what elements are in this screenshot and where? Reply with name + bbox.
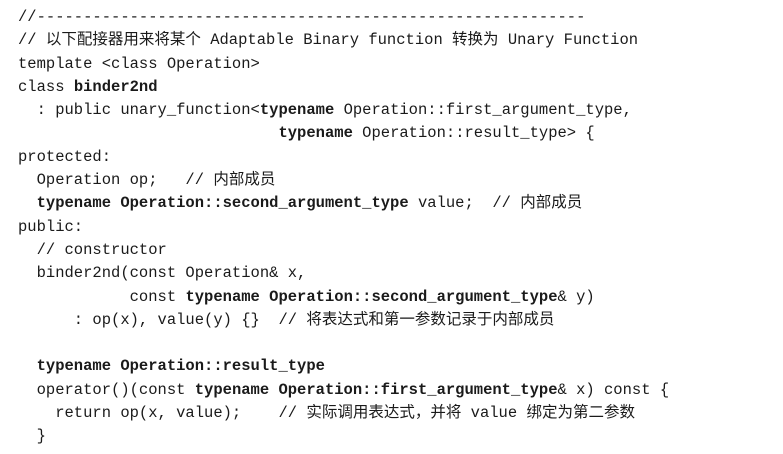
code-line: : public unary_function<typename Operati… [18, 99, 669, 122]
code-text: : op(x), value(y) {} // 将表达式和第一参数记录于内部成员 [18, 310, 555, 329]
code-line: const typename Operation::second_argumen… [18, 286, 669, 309]
code-keyword: typename Operation::second_argument_type [18, 194, 409, 213]
code-line: template <class Operation> [18, 53, 669, 76]
code-line: : op(x), value(y) {} // 将表达式和第一参数记录于内部成员 [18, 309, 669, 332]
code-text: } [18, 427, 46, 446]
code-keyword: typename Operation::first_argument_type [194, 380, 558, 399]
code-text: // constructor [18, 240, 167, 259]
code-keyword: typename [259, 101, 335, 120]
code-text: Operation::result_type> { [352, 124, 595, 143]
code-text: Operation::first_argument_type, [334, 101, 632, 120]
code-line: return op(x, value); // 实际调用表达式，并将 value… [18, 402, 669, 425]
code-keyword: typename Operation::result_type [18, 357, 325, 376]
code-text: //--------------------------------------… [18, 8, 586, 26]
code-text: const [18, 287, 186, 306]
code-line: class binder2nd [18, 76, 669, 99]
code-line: protected: [18, 146, 669, 169]
code-line: typename Operation::result_type [18, 355, 669, 378]
code-text: return op(x, value); // 实际调用表达式，并将 value… [18, 404, 635, 423]
code-text: & y) [557, 287, 595, 306]
code-keyword: typename Operation::second_argument_type [185, 287, 558, 306]
code-line: Operation op; // 内部成员 [18, 169, 669, 192]
code-keyword: typename [278, 124, 353, 143]
code-line: // constructor [18, 239, 669, 262]
code-line: // 以下配接器用来将某个 Adaptable Binary function … [18, 29, 669, 52]
code-text: Operation op; // 内部成员 [18, 171, 276, 190]
code-text: // 以下配接器用来将某个 Adaptable Binary function … [18, 31, 639, 50]
code-text: public: [18, 217, 84, 236]
code-text: : public unary_function< [18, 101, 260, 120]
code-keyword: binder2nd [73, 77, 158, 96]
code-listing: //--------------------------------------… [18, 6, 669, 449]
code-text: value; // 内部成员 [408, 194, 583, 213]
code-line: } [18, 425, 669, 448]
code-line: operator()(const typename Operation::fir… [18, 379, 670, 402]
code-text: & x) const { [557, 380, 670, 399]
code-line: typename Operation::second_argument_type… [18, 192, 669, 215]
code-line: binder2nd(const Operation& x, [18, 262, 669, 285]
code-line: typename Operation::result_type> { [18, 122, 669, 145]
code-line: //--------------------------------------… [18, 6, 669, 29]
code-text: binder2nd(const Operation& x, [18, 264, 307, 283]
code-text: class [18, 77, 74, 96]
code-text: protected: [18, 147, 112, 166]
code-text: operator()(const [18, 380, 195, 399]
code-line: public: [18, 216, 669, 239]
code-text: template <class Operation> [18, 54, 260, 73]
